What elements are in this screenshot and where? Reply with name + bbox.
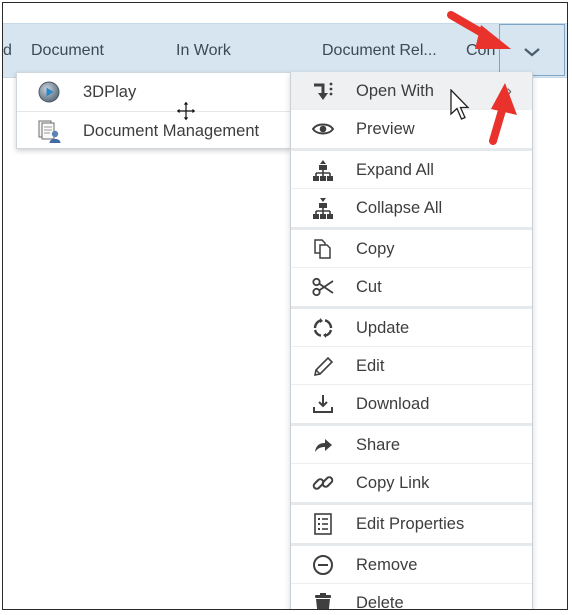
submenu-item-label: 3DPlay	[83, 83, 137, 101]
menu-item-label: Download	[356, 395, 430, 413]
link-icon	[311, 472, 335, 494]
mouse-pointer-icon	[450, 89, 470, 120]
menu-item-label: Copy Link	[356, 474, 430, 492]
annotation-arrow-icon	[489, 83, 517, 145]
menu-item-label: Preview	[356, 120, 415, 138]
menu-item-label: Cut	[356, 278, 382, 296]
context-menu: Open With › Preview Expand All Collapse …	[290, 72, 533, 610]
menu-item-update[interactable]: Update	[291, 309, 532, 347]
menu-group-share: Share Copy Link	[291, 426, 532, 505]
menu-item-label: Remove	[356, 556, 418, 574]
menu-item-copy[interactable]: Copy	[291, 230, 532, 268]
share-icon	[311, 434, 335, 456]
menu-item-copy-link[interactable]: Copy Link	[291, 464, 532, 502]
menu-item-collapse-all[interactable]: Collapse All	[291, 189, 532, 227]
chevron-down-icon	[524, 48, 540, 57]
menu-item-edit[interactable]: Edit	[291, 347, 532, 385]
menu-item-label: Collapse All	[356, 199, 443, 217]
column-header-release[interactable]: Document Rel...	[322, 42, 437, 60]
properties-icon	[311, 513, 335, 535]
menu-item-download[interactable]: Download	[291, 385, 532, 423]
column-header-type[interactable]: Document	[31, 42, 104, 60]
download-icon	[311, 393, 335, 415]
menu-group-remove: Remove Delete	[291, 546, 532, 610]
column-header-truncated[interactable]: d	[3, 42, 12, 60]
menu-item-label: Share	[356, 436, 401, 454]
menu-group-edit: Update Edit Download	[291, 309, 532, 426]
submenu-item-3dplay[interactable]: 3DPlay	[17, 73, 290, 110]
app-frame: d Document In Work Document Rel... Con 3…	[2, 2, 568, 610]
menu-item-label: Open With	[356, 82, 434, 100]
menu-item-remove[interactable]: Remove	[291, 546, 532, 584]
collapse-all-icon	[311, 197, 335, 219]
menu-item-share[interactable]: Share	[291, 426, 532, 464]
eye-icon	[311, 118, 335, 140]
update-icon	[311, 317, 335, 339]
menu-group-tree: Expand All Collapse All	[291, 151, 532, 230]
open-with-submenu: 3DPlay Document Management	[16, 72, 291, 149]
3dplay-icon	[37, 80, 61, 104]
move-cursor-icon	[175, 100, 197, 122]
document-management-icon	[37, 119, 61, 143]
menu-item-expand-all[interactable]: Expand All	[291, 151, 532, 189]
column-header-maturity[interactable]: In Work	[176, 42, 231, 60]
copy-icon	[311, 238, 335, 260]
menu-item-label: Delete	[356, 594, 404, 610]
menu-item-delete[interactable]: Delete	[291, 584, 532, 610]
menu-item-cut[interactable]: Cut	[291, 268, 532, 306]
menu-item-edit-properties[interactable]: Edit Properties	[291, 505, 532, 543]
pencil-icon	[311, 355, 335, 377]
menu-group-clipboard: Copy Cut	[291, 230, 532, 309]
submenu-item-document-management[interactable]: Document Management	[17, 111, 290, 149]
annotation-arrow-icon	[447, 11, 511, 49]
menu-item-label: Update	[356, 319, 410, 337]
menu-item-label: Edit	[356, 357, 385, 375]
submenu-item-label: Document Management	[83, 122, 260, 140]
open-with-icon	[311, 80, 335, 102]
scissors-icon	[311, 276, 335, 298]
expand-all-icon	[311, 159, 335, 181]
trash-icon	[311, 592, 335, 609]
menu-item-label: Edit Properties	[356, 515, 465, 533]
menu-item-label: Copy	[356, 240, 395, 258]
menu-item-label: Expand All	[356, 161, 434, 179]
remove-icon	[311, 554, 335, 576]
menu-group-properties: Edit Properties	[291, 505, 532, 546]
